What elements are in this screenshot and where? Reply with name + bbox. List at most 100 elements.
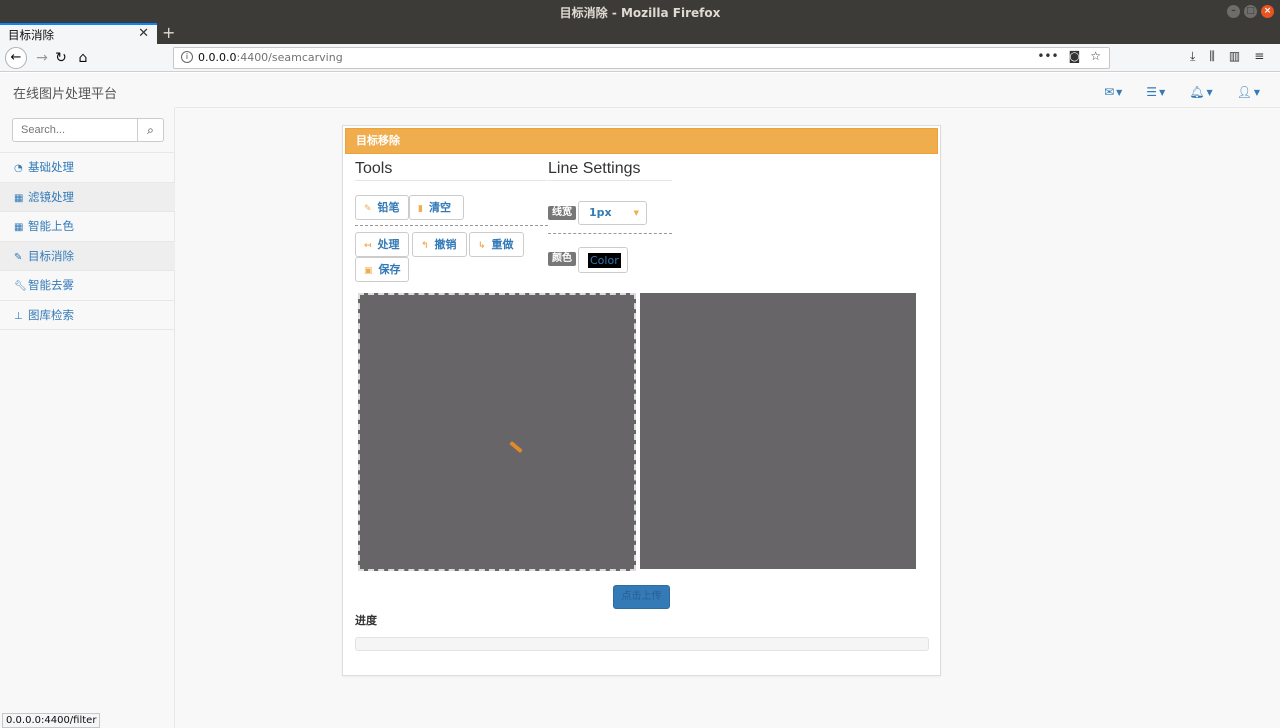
sidebar-item-label: 图库检索: [28, 307, 74, 322]
status-url: 0.0.0.0:4400/filter: [2, 713, 101, 728]
sitemap-icon: ⊥: [14, 310, 23, 322]
chevron-down-icon: ▼: [1206, 88, 1213, 97]
color-swatch: Color: [588, 253, 621, 268]
minimize-icon[interactable]: –: [1227, 5, 1240, 18]
undo-button-label: 撤销: [434, 238, 457, 251]
brand-title[interactable]: 在线图片处理平台: [13, 83, 117, 102]
user-dropdown[interactable]: 👤︎ ▼: [1237, 85, 1260, 99]
sidebar-item-colorize[interactable]: ▦ 智能上色: [0, 212, 175, 242]
trash-icon: ▮: [418, 204, 423, 214]
pencil-cursor-icon: [509, 440, 523, 454]
table-icon: ▦: [14, 222, 24, 233]
browser-navbar: ← → ↻ ⌂ i 0.0.0.0:4400/seamcarving ••• ◙…: [0, 44, 1280, 72]
pencil-icon: ✎: [364, 204, 372, 214]
site-info-icon[interactable]: i: [181, 51, 193, 63]
line-settings-title: Line Settings: [548, 160, 641, 177]
clear-button-label: 清空: [428, 201, 451, 214]
sidebar: ⌕ ◔ 基础处理 ▦ 滤镜处理 ▦ 智能上色 ✎ 目标消除 🔧︎智能去雾 ⊥ 图库检索: [0, 108, 175, 728]
tasks-dropdown[interactable]: ☰ ▼: [1146, 85, 1165, 99]
maximize-icon[interactable]: □: [1244, 5, 1257, 18]
reload-icon[interactable]: ↻: [50, 47, 72, 69]
color-label: 颜色: [548, 252, 576, 266]
window-title: 目标消除 - Mozilla Firefox: [559, 6, 721, 20]
url-bar[interactable]: i 0.0.0.0:4400/seamcarving ••• ◙ ☆: [173, 47, 1110, 69]
dashboard-icon: ◔: [14, 163, 23, 174]
home-icon[interactable]: ⌂: [72, 47, 94, 69]
sidebar-search: ⌕: [12, 118, 164, 142]
sidebar-item-label: 目标消除: [28, 248, 74, 263]
drawing-canvas[interactable]: [358, 293, 636, 571]
color-picker-button[interactable]: Color: [578, 247, 628, 273]
redo-button-label: 重做: [491, 238, 514, 251]
library-icon[interactable]: ⫼: [1209, 49, 1215, 64]
result-canvas: [640, 293, 916, 569]
header-divider: [175, 107, 1280, 108]
sidebar-item-label: 智能去雾: [28, 278, 74, 292]
url-path: :4400/seamcarving: [236, 51, 343, 64]
tools-divider: [355, 225, 548, 226]
window-titlebar: 目标消除 - Mozilla Firefox – □ ×: [0, 0, 1280, 23]
url-host: 0.0.0.0: [198, 51, 237, 64]
process-button[interactable]: ↤ 处理: [355, 232, 409, 257]
process-button-label: 处理: [377, 238, 400, 251]
tasks-icon: ☰: [1146, 85, 1158, 99]
url-text: 0.0.0.0:4400/seamcarving: [198, 51, 343, 64]
edit-icon: ✎: [14, 251, 23, 263]
tab-title: 目标消除: [8, 28, 54, 42]
messages-dropdown[interactable]: ✉ ▼: [1104, 85, 1122, 99]
upload-button[interactable]: 点击上传: [613, 585, 670, 609]
window-controls: – □ ×: [1227, 5, 1274, 18]
search-icon: ⌕: [147, 123, 154, 137]
search-button[interactable]: ⌕: [138, 118, 164, 142]
envelope-icon: ✉: [1104, 85, 1115, 99]
undo-icon: ↰: [421, 241, 429, 251]
sidebar-item-basic[interactable]: ◔ 基础处理: [0, 153, 175, 183]
search-input[interactable]: [12, 118, 138, 142]
pencil-button-label: 铅笔: [377, 201, 400, 214]
save-button[interactable]: ▣ 保存: [355, 257, 409, 282]
pencil-button[interactable]: ✎ 铅笔: [355, 195, 409, 220]
sidebar-item-gallery-search[interactable]: ⊥ 图库检索: [0, 301, 175, 330]
page: 在线图片处理平台 ✉▼ ☰▼ 🔔︎▼ 👤︎▼ ⌕ ◔基础处理 ▦滤镜处理 ▦智能…: [0, 73, 1280, 728]
browser-tab[interactable]: 目标消除 ✕: [0, 23, 157, 44]
back-icon[interactable]: ←: [5, 47, 27, 69]
line-settings-rule: [548, 180, 672, 181]
sidebar-item-dehaze[interactable]: 🔧︎智能去雾: [0, 271, 175, 301]
bell-icon: 🔔︎: [1189, 85, 1205, 99]
redo-button[interactable]: ↳ 重做: [469, 232, 524, 257]
downloads-icon[interactable]: ⤓: [1190, 49, 1195, 64]
alerts-dropdown[interactable]: 🔔︎ ▼: [1189, 85, 1212, 99]
sidebar-item-label: 基础处理: [28, 160, 74, 174]
sidebar-toggle-icon[interactable]: ▥: [1229, 49, 1240, 64]
user-icon: 👤︎: [1236, 85, 1252, 99]
save-icon: ▣: [364, 266, 373, 276]
tab-close-icon[interactable]: ✕: [138, 26, 149, 41]
new-tab-icon[interactable]: +: [162, 23, 175, 42]
chevron-down-icon: ▼: [1159, 88, 1166, 97]
pocket-icon[interactable]: ◙: [1069, 49, 1081, 63]
sidebar-item-filter[interactable]: ▦ 滤镜处理: [0, 182, 175, 212]
more-actions-icon[interactable]: •••: [1037, 49, 1058, 63]
clear-button[interactable]: ▮ 清空: [409, 195, 464, 220]
progress-bar: [355, 637, 929, 651]
line-width-value: 1px: [589, 206, 612, 219]
line-settings-divider: [548, 233, 672, 234]
close-window-icon[interactable]: ×: [1261, 5, 1274, 18]
wrench-icon: 🔧︎: [14, 281, 27, 292]
undo-button[interactable]: ↰ 撤销: [412, 232, 467, 257]
top-nav: ✉ ▼ ☰ ▼ 🔔︎ ▼ 👤︎ ▼: [1104, 85, 1260, 99]
sidebar-item-label: 滤镜处理: [28, 189, 74, 204]
chevron-down-icon: ▼: [633, 209, 639, 217]
sidebar-menu: ◔ 基础处理 ▦ 滤镜处理 ▦ 智能上色 ✎ 目标消除 🔧︎智能去雾 ⊥ 图库检索: [0, 152, 175, 330]
process-icon: ↤: [364, 241, 372, 251]
menu-icon[interactable]: ≡: [1254, 49, 1264, 64]
bookmark-star-icon[interactable]: ☆: [1090, 49, 1101, 63]
redo-icon: ↳: [478, 241, 486, 251]
tools-title: Tools: [355, 160, 393, 177]
chevron-down-icon: ▼: [1253, 88, 1260, 97]
sidebar-item-object-removal[interactable]: ✎ 目标消除: [0, 241, 175, 271]
tab-strip: 目标消除 ✕ +: [0, 23, 1280, 44]
chevron-down-icon: ▼: [1116, 88, 1123, 97]
save-button-label: 保存: [378, 263, 401, 276]
line-width-select[interactable]: 1px ▼: [578, 201, 647, 225]
